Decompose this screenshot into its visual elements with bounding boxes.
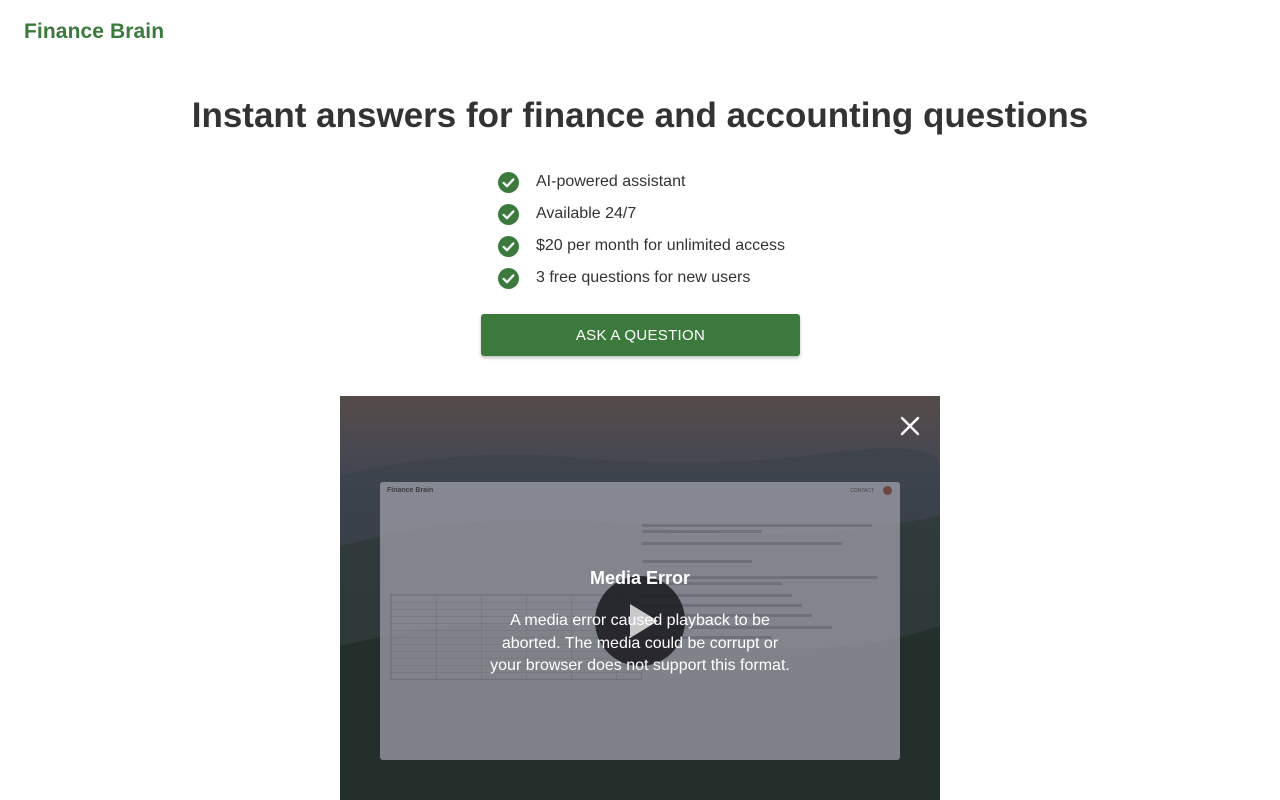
feature-item: 3 free questions for new users [498,262,785,294]
media-error-title: Media Error [589,568,691,588]
media-error-message: A media error caused playback to be abor… [490,612,790,674]
check-circle-icon [498,235,519,257]
check-circle-icon [498,267,519,289]
check-circle-icon [498,203,519,225]
feature-item: Available 24/7 [498,198,785,230]
feature-text: $20 per month for unlimited access [536,237,786,254]
check-circle-icon [498,171,519,193]
feature-text: AI-powered assistant [536,173,686,190]
feature-text: Available 24/7 [536,205,637,222]
site-logo[interactable]: Finance Brain [24,20,164,44]
feature-list: AI-powered assistant Available 24/7 $20 … [498,166,785,294]
feature-item: $20 per month for unlimited access [498,230,785,262]
ask-question-button[interactable]: ASK A QUESTION [481,314,800,356]
close-icon[interactable] [896,412,924,440]
page-headline: Instant answers for finance and accounti… [191,96,1089,135]
video-player[interactable]: Finance Brain CONTACT Media Error A medi… [340,396,940,800]
page: Finance Brain Instant answers for financ… [0,0,1280,800]
feature-text: 3 free questions for new users [536,269,751,286]
feature-item: AI-powered assistant [498,166,785,198]
